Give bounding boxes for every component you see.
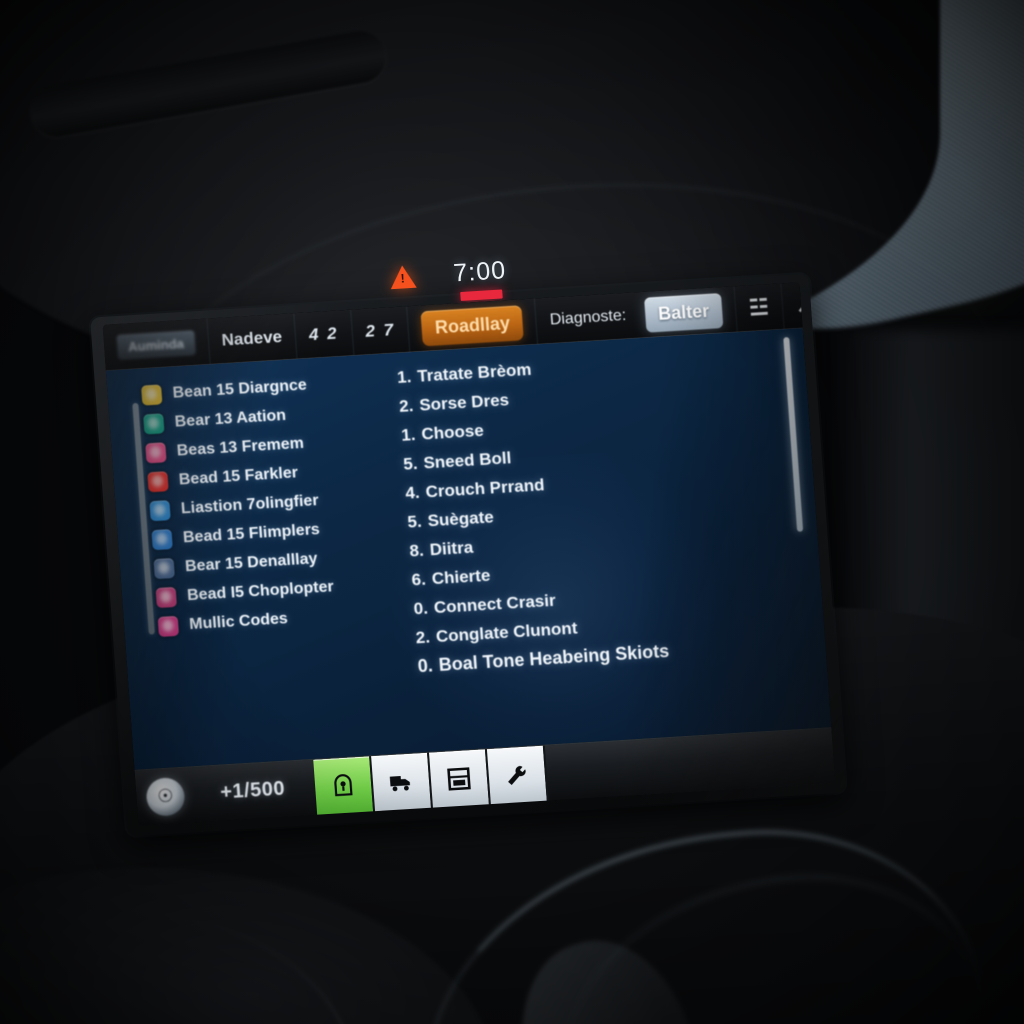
warning-triangle-icon	[388, 264, 417, 289]
list-item-label: Liastion 7olingfier	[180, 491, 320, 517]
window-icon	[445, 765, 473, 793]
bottom-button-window[interactable]	[428, 748, 491, 809]
bottom-button-gauge[interactable]	[312, 755, 375, 816]
ground-icon[interactable]: ☳	[734, 283, 785, 333]
toolbar-active-button-label: Balter	[643, 292, 724, 333]
ground-icon-label: ☳	[748, 294, 770, 321]
list-item-label: Bear 13 Aation	[174, 406, 287, 431]
list-item-label: Tratate Brèom	[416, 359, 533, 386]
bottom-button-truck[interactable]	[370, 752, 433, 812]
list-item-label: Choose	[420, 420, 485, 444]
globe-icon	[149, 499, 171, 521]
list-item-number: 6.	[410, 569, 427, 590]
list-item-number: 8.	[408, 540, 425, 561]
list-item-number: 1.	[400, 425, 417, 445]
list-item-label: Conglate Clunont	[435, 618, 579, 647]
toolbar-item-nadeve[interactable]: Nadeve	[207, 313, 298, 365]
target-icon	[155, 586, 177, 608]
toolbar-item-27[interactable]: 2 7	[350, 306, 411, 356]
list-item-label: Crouch Prrand	[424, 475, 546, 502]
toolbar-chip-button-label: Auminda	[116, 329, 196, 360]
clock: 7:00	[452, 255, 508, 301]
display-screen[interactable]: Auminda Nadeve 4 22 7 Roadllay Diagnoste: Bal…	[102, 282, 836, 826]
alert-icon	[147, 470, 169, 492]
camera-icon	[145, 441, 167, 463]
list-item-label: Connect Crasir	[433, 590, 557, 618]
car-interior-scene: 7:00 Auminda Nadeve4 22 7Roadllay Diagnost…	[0, 0, 1024, 1024]
list-item-label: Bead 15 Flimplers	[182, 520, 321, 546]
list-item-label: Mullic Codes	[188, 609, 289, 633]
toolbar-active-button[interactable]: Balter	[630, 286, 738, 339]
list-item-number: 2.	[415, 627, 431, 648]
truck-icon	[387, 768, 415, 796]
leaf-icon	[143, 412, 165, 435]
toolbar-chip-button[interactable]: Auminda	[102, 318, 211, 371]
toolbar-label-diagnoste: Diagnoste:	[549, 306, 627, 329]
toolbar-item-42[interactable]: 4 2	[294, 309, 355, 360]
gauge-icon	[329, 772, 357, 800]
list-item-label: Bead I5 Choplopter	[186, 577, 335, 604]
heart-icon	[157, 615, 180, 637]
list-item-label: Diitra	[429, 537, 474, 560]
list-item-label: Bead 15 Farkler	[178, 463, 299, 488]
right-list-pane[interactable]: 1. Tratate Brèom 2. Sorse Dres 1. Choose 5. Sne…	[373, 328, 831, 753]
bottom-button-wrench[interactable]	[486, 745, 549, 805]
list-item-number: 2.	[398, 396, 415, 416]
content-area: Bean 15 Diargnce Bear 13 Aation Beas 13 Fr…	[105, 328, 832, 770]
counter-label: +1/500	[219, 777, 286, 804]
list-item-number: 0.	[417, 655, 434, 677]
wrench-icon	[503, 761, 531, 789]
battery-icon	[151, 528, 173, 550]
clock-text: 7:00	[452, 255, 508, 287]
list-item-label: Suègate	[426, 507, 495, 531]
list-item-label: Bear 15 Denalllay	[184, 549, 318, 575]
list-item-label: Bean 15 Diargnce	[172, 376, 308, 402]
right-numbered-list[interactable]: 1. Tratate Brèom 2. Sorse Dres 1. Choose 5. Sne…	[396, 338, 826, 681]
list-item-number: 0.	[413, 598, 429, 619]
list-item-number: 5.	[402, 453, 419, 474]
toolbar-orange-button-label: Roadllay	[420, 304, 525, 346]
list-item-number: 4.	[404, 482, 421, 503]
list-item-label: Sneed Boll	[422, 448, 512, 473]
list-item-label: Beas 13 Fremem	[176, 434, 305, 460]
play-icon	[153, 557, 175, 579]
list-item-label: Sorse Dres	[418, 390, 510, 415]
list-item-label: Chierte	[431, 565, 491, 589]
infotainment-display[interactable]: 7:00 Auminda Nadeve4 22 7Roadllay Diagnost…	[90, 256, 846, 837]
left-list[interactable]: Bean 15 Diargnce Bear 13 Aation Beas 13 Fr…	[141, 366, 393, 641]
home-circle-icon[interactable]: ☉	[145, 776, 186, 817]
list-item-number: 5.	[406, 511, 423, 532]
toolbar-orange-button[interactable]: Roadllay	[407, 298, 539, 353]
left-list-pane[interactable]: Bean 15 Diargnce Bear 13 Aation Beas 13 Fr…	[106, 354, 402, 769]
note-icon	[141, 383, 163, 406]
list-item-number: 1.	[396, 367, 412, 387]
